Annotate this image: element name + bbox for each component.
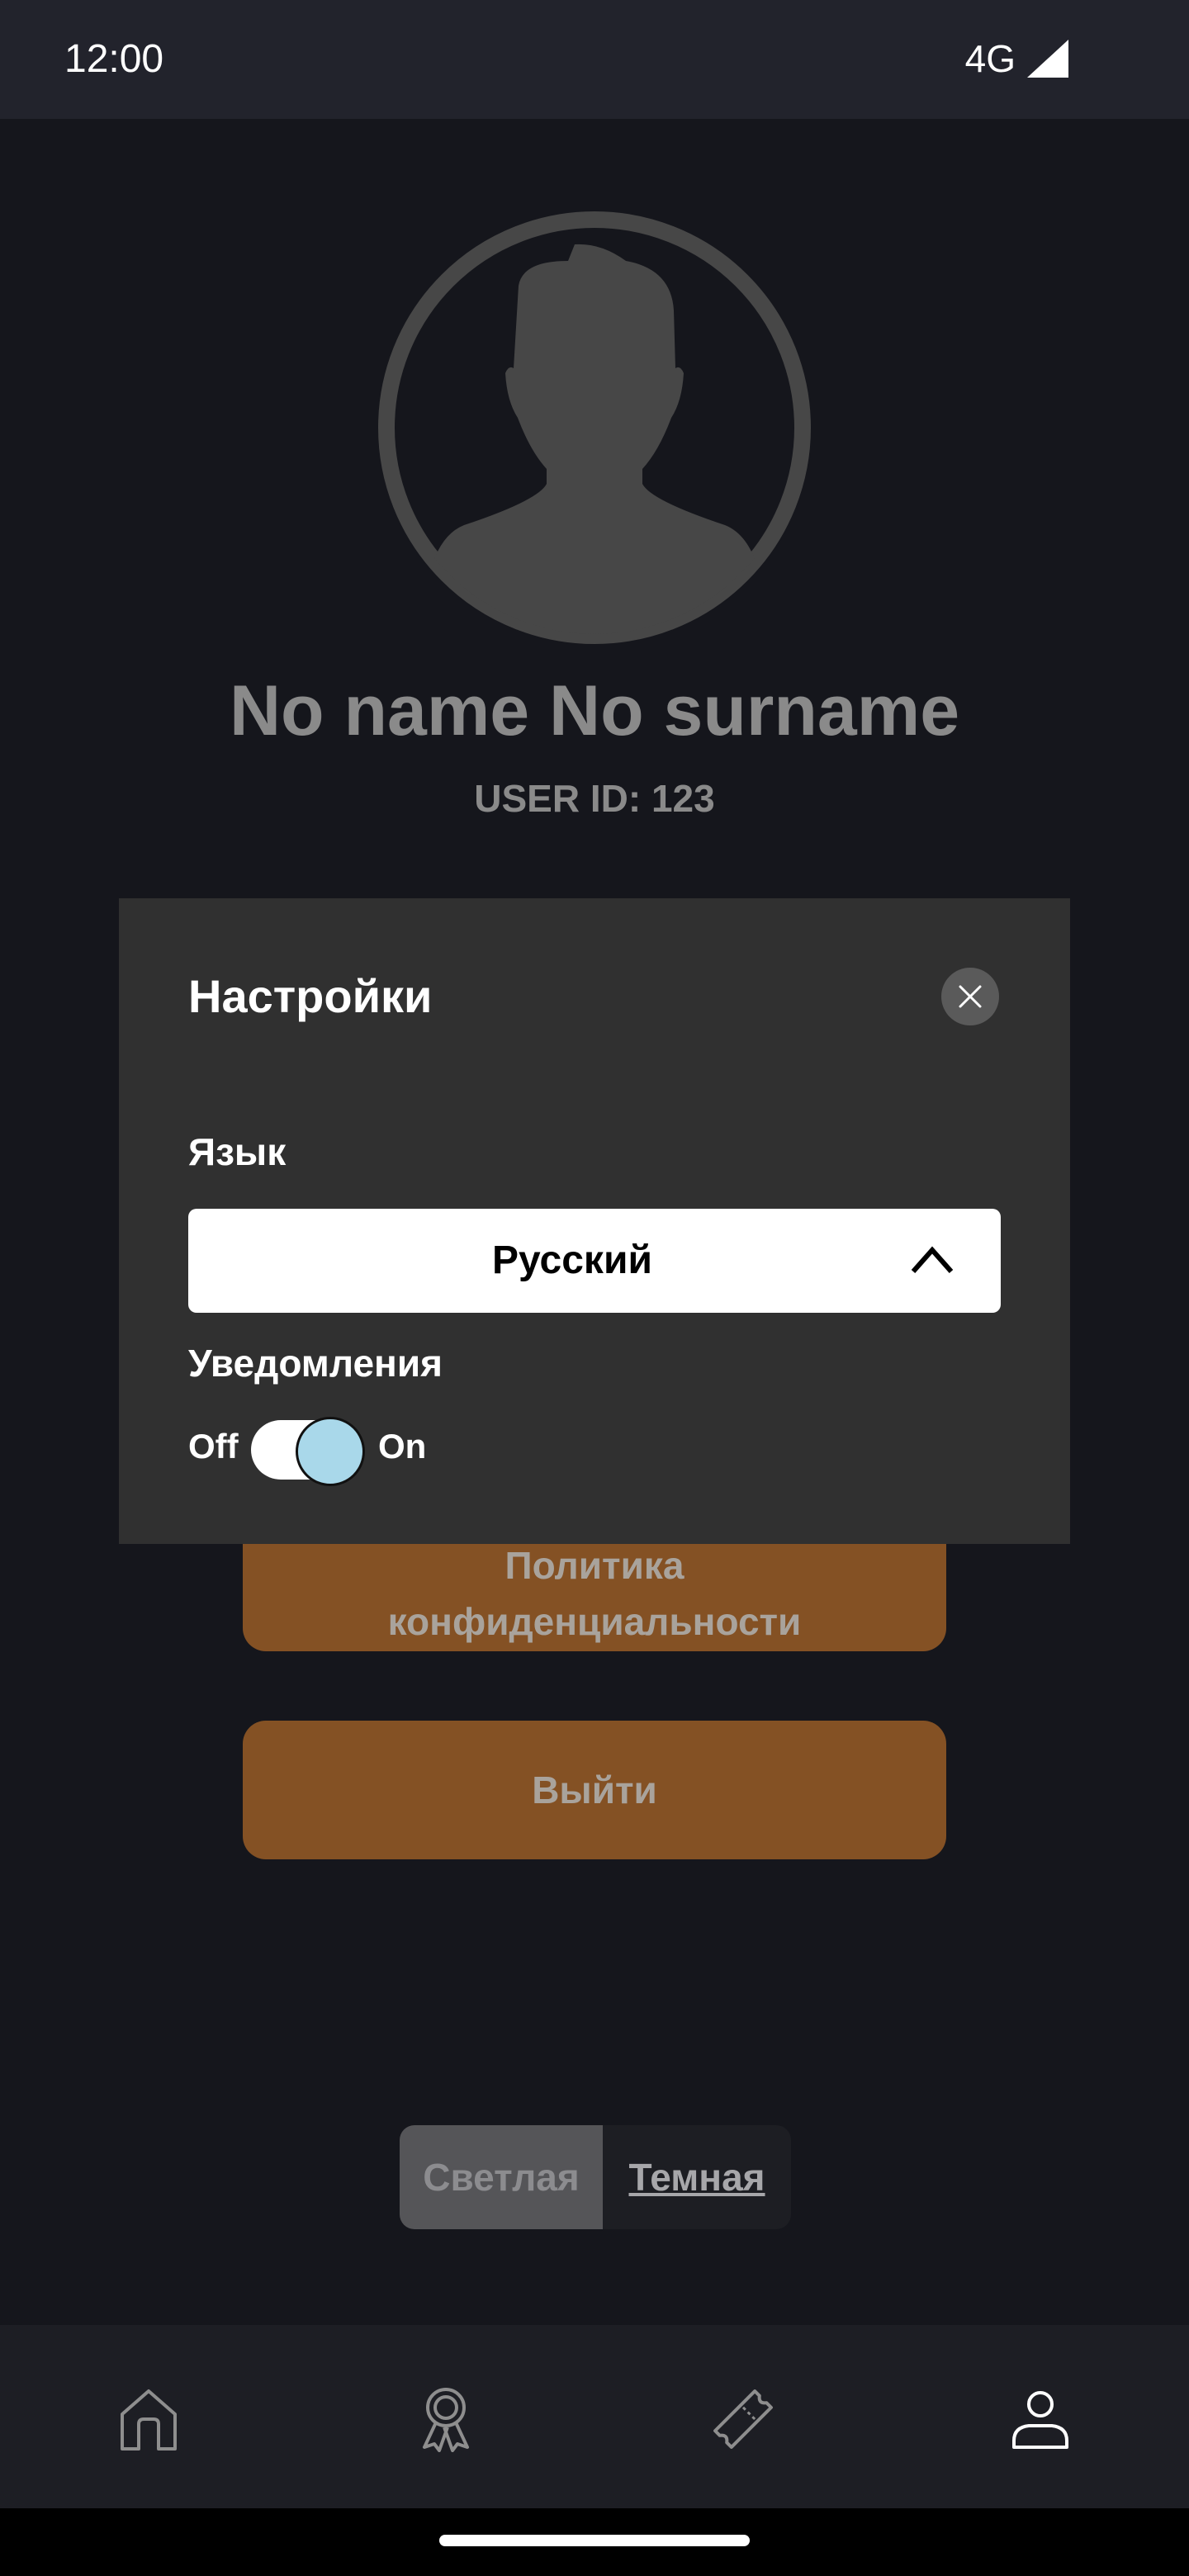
toggle-on-label: On <box>378 1427 427 1466</box>
toggle-knob <box>296 1417 365 1486</box>
close-icon <box>959 985 982 1008</box>
signal-icon <box>1027 40 1068 78</box>
dialog-title: Настройки <box>188 970 433 1022</box>
language-label: Язык <box>188 1130 287 1173</box>
theme-dark-option[interactable]: Темная <box>603 2125 791 2229</box>
ticket-icon[interactable] <box>710 2386 776 2452</box>
user-name: No name No surname <box>229 671 960 751</box>
theme-light-option[interactable]: Светлая <box>400 2125 603 2229</box>
bottom-navigation <box>0 2325 1189 2508</box>
award-icon[interactable] <box>413 2386 479 2452</box>
status-time: 12:00 <box>64 37 164 81</box>
home-gesture-bar[interactable] <box>439 2535 750 2546</box>
theme-switch: Светлая Темная <box>400 2125 791 2229</box>
avatar[interactable] <box>378 211 811 644</box>
gesture-area <box>0 2508 1189 2576</box>
status-bar: 12:00 4G <box>0 0 1189 119</box>
home-icon[interactable] <box>116 2386 182 2452</box>
privacy-policy-label-line2: конфиденциальности <box>387 1600 802 1643</box>
privacy-policy-label-line1: Политика <box>504 1544 685 1587</box>
chevron-up-icon <box>911 1246 954 1273</box>
close-button[interactable] <box>941 968 999 1025</box>
toggle-off-label: Off <box>188 1427 239 1466</box>
notifications-toggle[interactable] <box>251 1417 367 1486</box>
network-type: 4G <box>964 37 1016 80</box>
language-select[interactable]: Русский <box>188 1209 1001 1313</box>
user-id: USER ID: 123 <box>474 777 715 820</box>
logout-button[interactable]: Выйти <box>243 1721 946 1859</box>
profile-icon[interactable] <box>1007 2386 1073 2452</box>
language-select-value: Русский <box>492 1238 652 1282</box>
settings-dialog: Настройки Язык Русский Уведомления Off O… <box>119 898 1070 1544</box>
profile-screen: 12:00 4G No name No surname USER ID: 123… <box>0 0 1189 2576</box>
notifications-label: Уведомления <box>188 1342 443 1385</box>
